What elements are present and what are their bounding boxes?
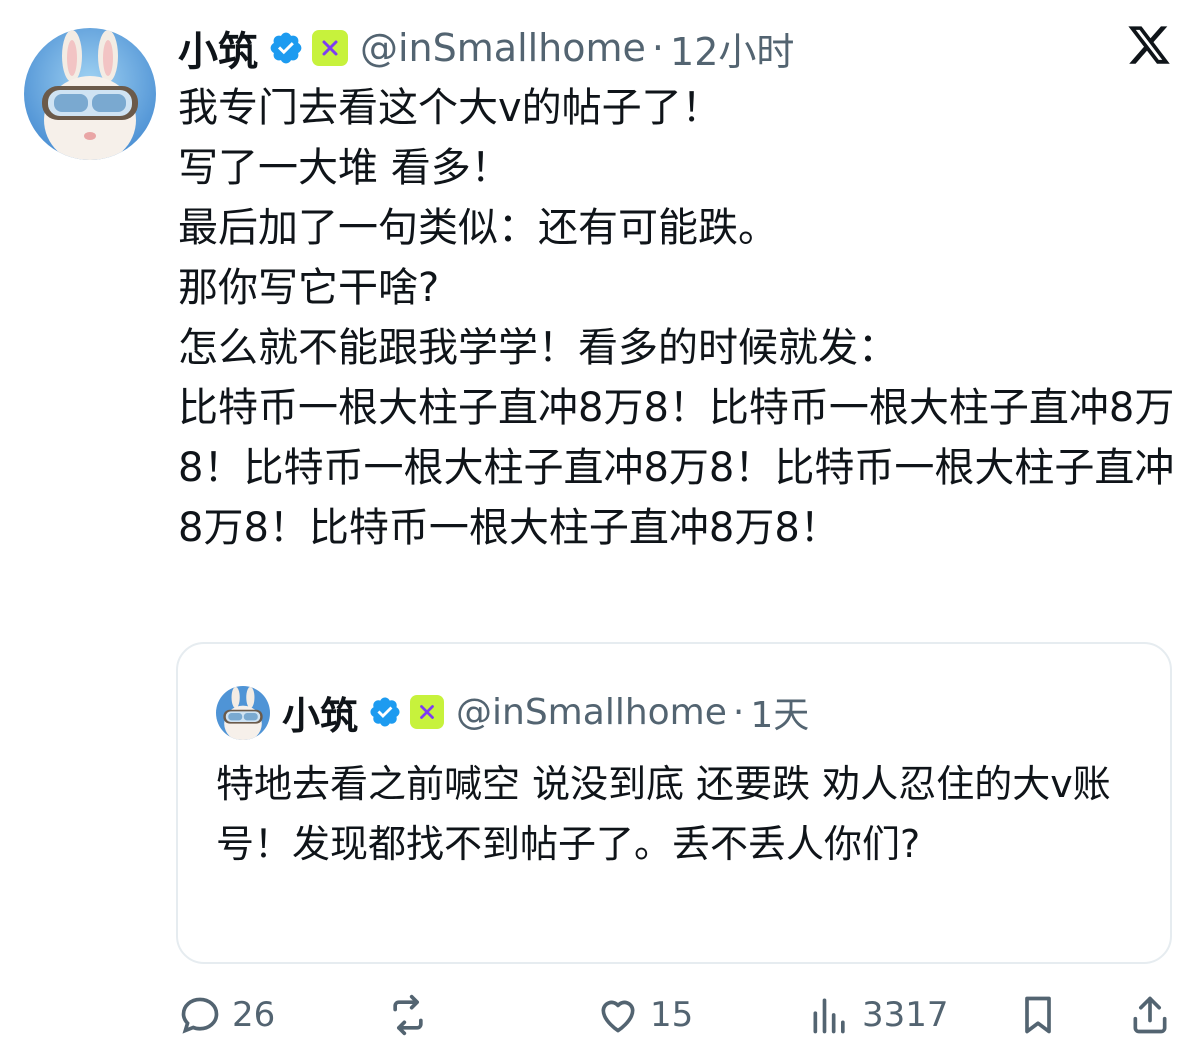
verified-badge-icon bbox=[270, 32, 302, 64]
quoted-author-avatar[interactable] bbox=[216, 686, 270, 740]
action-bar: 26 15 3317 bbox=[0, 988, 1200, 1042]
heart-icon bbox=[601, 1000, 635, 1033]
like-button[interactable]: 15 bbox=[596, 988, 693, 1042]
bookmark-icon bbox=[1025, 996, 1051, 1034]
affiliate-badge-icon bbox=[312, 30, 348, 66]
post-line: 我专门去看这个大v的帖子了！ bbox=[178, 85, 722, 131]
repost-button[interactable] bbox=[386, 988, 440, 1042]
post-line: 比特币一根大柱子直冲8万8！比特币一根大柱子直冲8万8！比特币一根大柱子直冲8万… bbox=[178, 385, 1175, 551]
x-logo-icon[interactable] bbox=[1126, 22, 1172, 68]
share-icon bbox=[1133, 996, 1167, 1034]
quoted-post-card[interactable]: 小筑 @inSmallhome · 1天 特地去看之前喊空 说没到底 还要跌 劝… bbox=[176, 642, 1172, 964]
post-body: 我专门去看这个大v的帖子了！ 写了一大堆 看多！ 最后加了一句类似：还有可能跌。… bbox=[178, 78, 1178, 558]
bunny-avatar-icon bbox=[24, 28, 156, 160]
post-line: 最后加了一句类似：还有可能跌。 bbox=[178, 205, 778, 251]
verified-badge-icon bbox=[370, 697, 400, 727]
quoted-author-handle[interactable]: @inSmallhome bbox=[456, 692, 727, 733]
quoted-post-text: 特地去看之前喊空 说没到底 还要跌 劝人忍住的大v账号！发现都找不到帖子了。丢不… bbox=[216, 762, 1111, 866]
share-button[interactable] bbox=[1128, 988, 1172, 1042]
separator-dot: · bbox=[651, 26, 665, 70]
author-name[interactable]: 小筑 bbox=[178, 19, 258, 77]
view-count: 3317 bbox=[862, 995, 949, 1035]
bunny-avatar-icon bbox=[216, 686, 270, 740]
bar-chart-icon bbox=[813, 998, 845, 1034]
quoted-post-time[interactable]: 1天 bbox=[750, 686, 809, 738]
repost-icon bbox=[393, 994, 423, 1036]
like-count: 15 bbox=[650, 995, 694, 1035]
post-time[interactable]: 12小时 bbox=[670, 21, 794, 76]
reply-icon bbox=[181, 997, 219, 1034]
author-avatar[interactable] bbox=[24, 28, 156, 160]
separator-dot: · bbox=[732, 691, 745, 733]
views-button[interactable]: 3317 bbox=[808, 988, 949, 1042]
reply-count: 26 bbox=[232, 995, 276, 1035]
quoted-post-header: 小筑 @inSmallhome · 1天 bbox=[282, 684, 809, 740]
post-line: 写了一大堆 看多！ bbox=[178, 145, 511, 191]
affiliate-badge-icon bbox=[410, 695, 445, 729]
bookmark-button[interactable] bbox=[1016, 988, 1060, 1042]
author-handle[interactable]: @inSmallhome bbox=[360, 26, 646, 70]
post-line: 那你写它干啥? bbox=[178, 265, 440, 311]
quoted-author-name[interactable]: 小筑 bbox=[282, 685, 358, 740]
post-line: 怎么就不能跟我学学！看多的时候就发： bbox=[178, 325, 898, 371]
post-header: 小筑 @inSmallhome · 12小时 bbox=[178, 20, 794, 76]
reply-button[interactable]: 26 bbox=[178, 988, 275, 1042]
